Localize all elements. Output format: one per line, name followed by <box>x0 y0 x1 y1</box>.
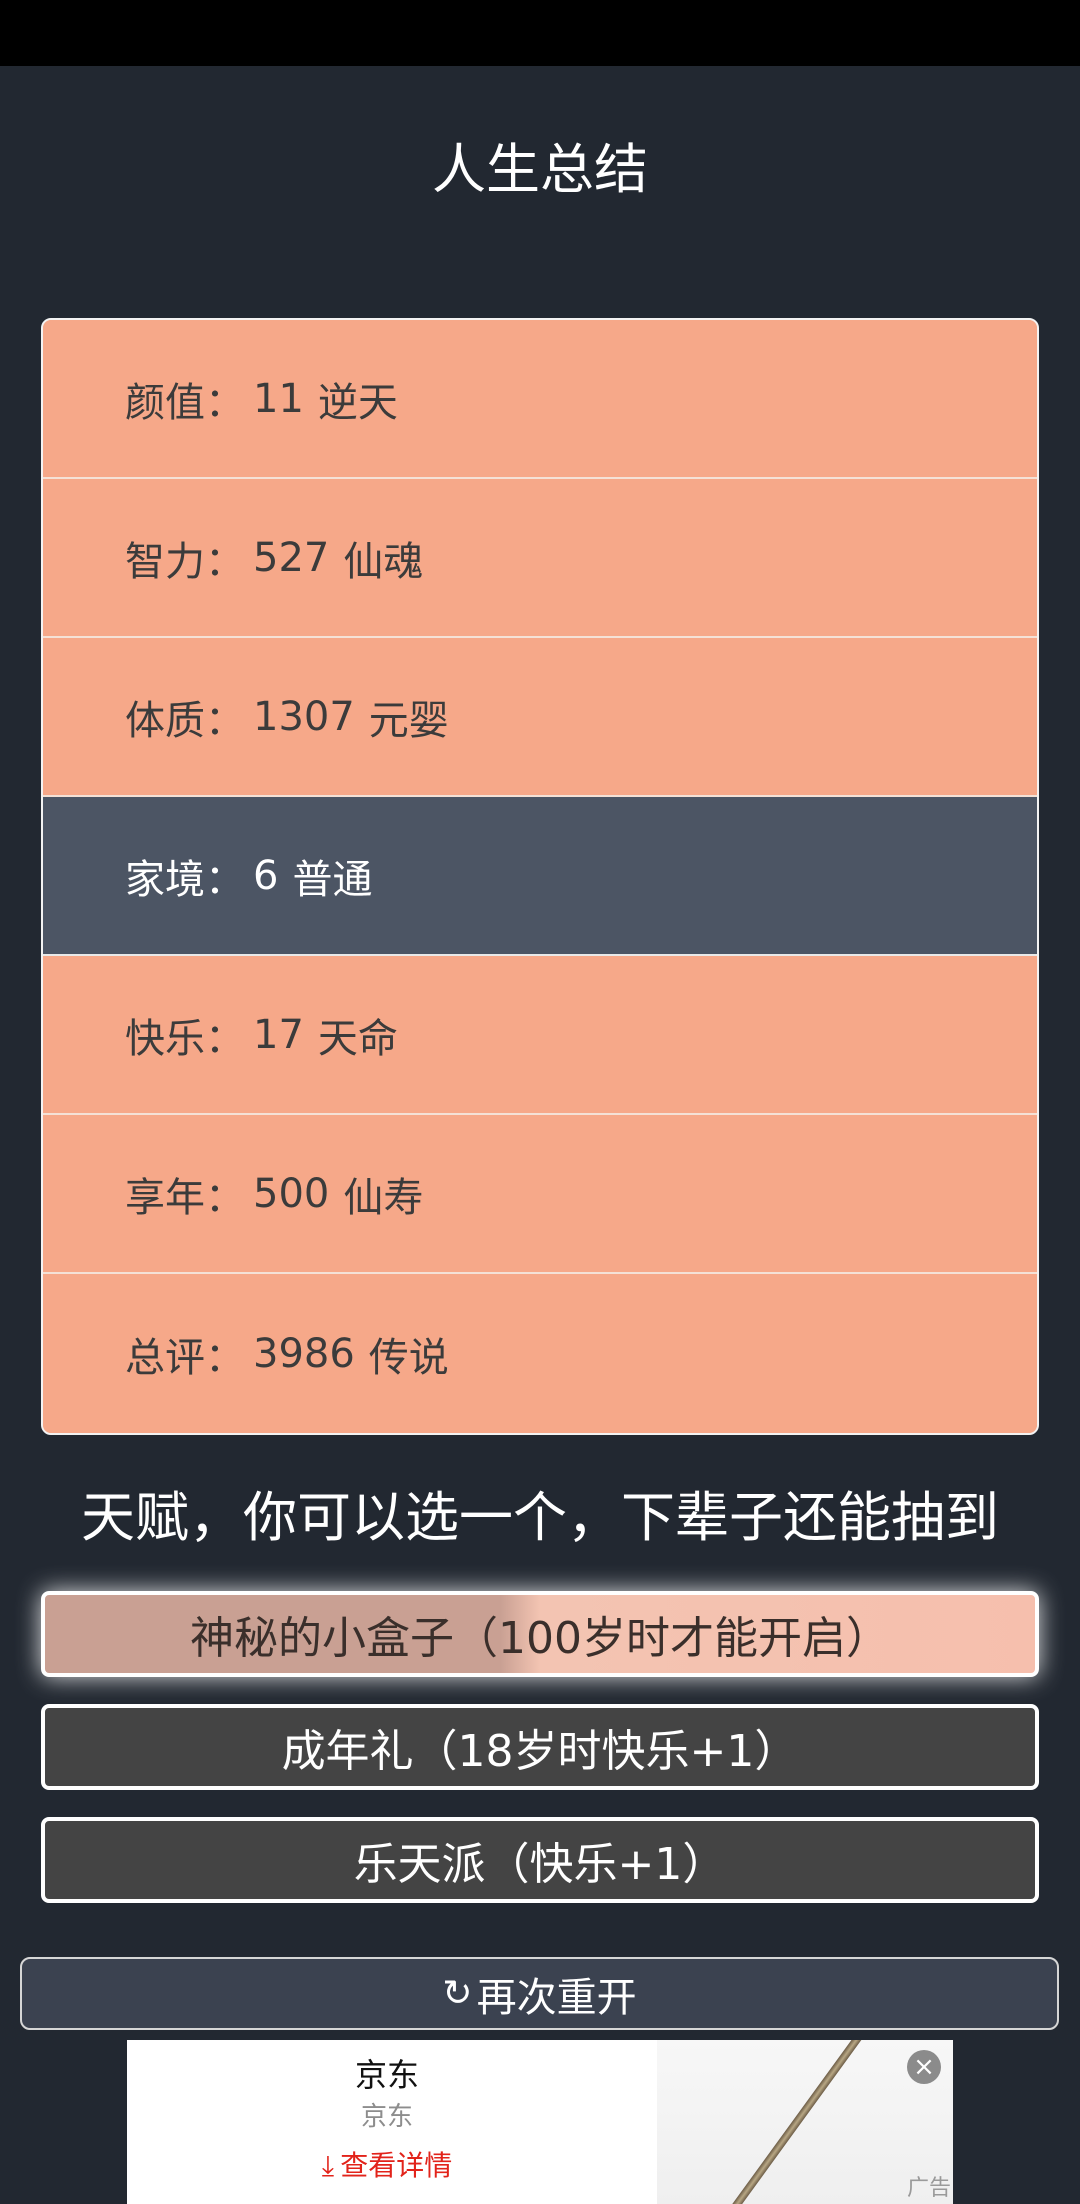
stat-label: 享年 <box>125 1174 205 1221</box>
ad-banner[interactable]: 京东 京东 ⤓ 查看详情 × 广告 <box>127 2040 953 2204</box>
stat-rank: 仙寿 <box>343 1174 424 1221</box>
talent-label: 乐天派（快乐+1） <box>353 1839 727 1890</box>
stat-label: 体质 <box>125 697 205 744</box>
stat-row-overall: 总评： 3986 传说 <box>43 1274 1037 1433</box>
stat-rank: 逆天 <box>317 379 398 426</box>
restart-button[interactable]: ↻ 再次重开 <box>20 1957 1059 2030</box>
talent-option-coming-of-age[interactable]: 成年礼（18岁时快乐+1） <box>41 1704 1039 1790</box>
download-arrow-icon: ⤓ <box>321 2149 335 2182</box>
stat-rank: 天命 <box>317 1015 398 1062</box>
stat-label: 颜值 <box>125 379 205 426</box>
stat-label: 智力 <box>125 538 205 585</box>
stat-value: 3986 <box>253 1330 355 1377</box>
stat-value: 527 <box>253 534 330 581</box>
stat-separator: ： <box>205 538 245 585</box>
stat-rank: 元婴 <box>368 697 449 744</box>
stat-row-happiness: 快乐： 17 天命 <box>43 956 1037 1115</box>
stat-row-lifespan: 享年： 500 仙寿 <box>43 1115 1037 1274</box>
talent-option-optimist[interactable]: 乐天派（快乐+1） <box>41 1817 1039 1903</box>
stats-panel: 颜值： 11 逆天 智力： 527 仙魂 体质： 1307 元婴 家境： 6 普通 快乐： 17 天… <box>41 318 1039 1435</box>
status-bar <box>0 0 1080 66</box>
page-title: 人生总结 <box>432 138 648 201</box>
talent-prompt: 天赋，你可以选一个，下辈子还能抽到 <box>81 1486 999 1549</box>
stat-label: 家境 <box>125 856 205 903</box>
stat-separator: ： <box>205 1334 245 1381</box>
stat-value: 6 <box>253 852 279 899</box>
ad-brand: 京东 <box>354 2056 419 2094</box>
restart-label: 再次重开 <box>476 1974 637 2021</box>
stat-label: 总评 <box>125 1334 205 1381</box>
ad-details-link[interactable]: ⤓ 查看详情 <box>127 2144 647 2184</box>
stat-value: 1307 <box>253 693 355 740</box>
stat-separator: ： <box>205 856 245 903</box>
stat-rank: 传说 <box>368 1334 449 1381</box>
stat-value: 500 <box>253 1170 330 1217</box>
talent-label: 成年礼（18岁时快乐+1） <box>281 1726 799 1777</box>
refresh-icon: ↻ <box>442 1973 473 2014</box>
stat-rank: 仙魂 <box>343 538 424 585</box>
stat-value: 11 <box>253 375 304 422</box>
talent-option-mystery-box[interactable]: 神秘的小盒子（100岁时才能开启） <box>41 1591 1039 1677</box>
stat-value: 17 <box>253 1011 304 1058</box>
stat-separator: ： <box>205 697 245 744</box>
ad-tag: 广告 <box>906 2176 951 2201</box>
stat-label: 快乐 <box>125 1015 205 1062</box>
stat-row-constitution: 体质： 1307 元婴 <box>43 638 1037 797</box>
stat-row-appearance: 颜值： 11 逆天 <box>43 320 1037 479</box>
ad-details-label: 查看详情 <box>340 2149 453 2182</box>
stat-rank: 普通 <box>292 856 373 903</box>
ad-product-shape <box>711 2040 871 2204</box>
talent-label: 神秘的小盒子（100岁时才能开启） <box>190 1613 890 1664</box>
close-icon[interactable]: × <box>907 2050 941 2084</box>
stat-row-family: 家境： 6 普通 <box>43 797 1037 956</box>
stat-separator: ： <box>205 1015 245 1062</box>
stat-row-intelligence: 智力： 527 仙魂 <box>43 479 1037 638</box>
ad-brand-sub: 京东 <box>360 2102 413 2132</box>
stat-separator: ： <box>205 1174 245 1221</box>
stat-separator: ： <box>205 379 245 426</box>
